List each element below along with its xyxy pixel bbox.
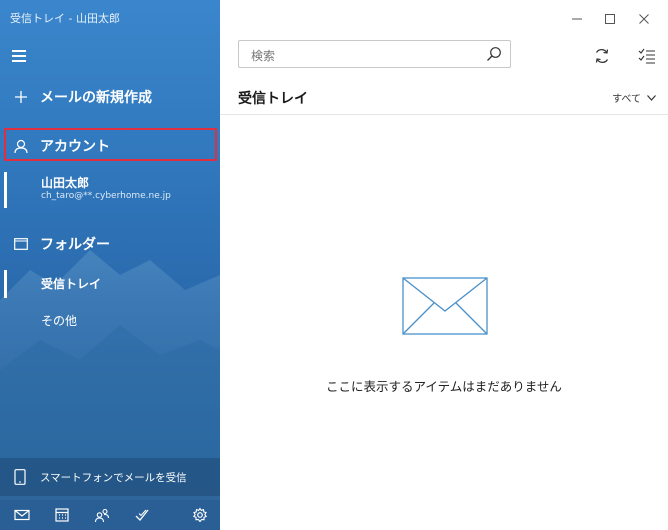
search-input[interactable]: 検索 <box>238 40 511 68</box>
get-mail-on-phone-label: スマートフォンでメールを受信 <box>40 471 187 484</box>
search-icon[interactable] <box>486 46 502 62</box>
account-item[interactable]: 山田太郎 ch_taro@**.cyberhome.ne.jp <box>0 168 220 212</box>
close-icon <box>639 14 649 24</box>
people-icon[interactable] <box>94 507 110 523</box>
account-email: ch_taro@**.cyberhome.ne.jp <box>41 191 171 201</box>
folders-button[interactable]: フォルダー <box>0 232 220 256</box>
empty-state-message: ここに表示するアイテムはまだありません <box>326 379 562 394</box>
plus-icon <box>12 88 30 106</box>
folder-item-other[interactable]: その他 <box>41 312 77 329</box>
new-mail-label: メールの新規作成 <box>40 90 152 106</box>
search-placeholder: 検索 <box>251 49 276 63</box>
message-list-pane: 検索 受信トレイ すべて ここに表示するアイテムはまだありません <box>220 0 668 530</box>
person-icon <box>12 137 30 155</box>
settings-icon[interactable] <box>192 507 208 523</box>
maximize-icon <box>605 14 615 24</box>
envelope-icon <box>402 277 488 335</box>
sync-icon[interactable] <box>593 47 611 65</box>
phone-icon <box>14 469 26 485</box>
close-button[interactable] <box>632 10 656 28</box>
folder-title: 受信トレイ <box>238 91 308 107</box>
get-mail-on-phone-button[interactable]: スマートフォンでメールを受信 <box>0 458 220 496</box>
folder-icon <box>12 235 30 253</box>
new-mail-button[interactable]: メールの新規作成 <box>0 85 220 109</box>
app-switcher-bar <box>0 500 220 530</box>
accounts-label: アカウント <box>40 139 110 155</box>
selection-indicator <box>4 172 7 208</box>
minimize-icon <box>572 18 582 20</box>
folder-item-label: 受信トレイ <box>41 277 102 291</box>
accounts-button[interactable]: アカウント <box>0 131 220 161</box>
minimize-button[interactable] <box>565 10 589 28</box>
folder-item-inbox[interactable]: 受信トレイ <box>0 270 220 298</box>
window-title: 受信トレイ - 山田太郎 <box>10 12 120 25</box>
navigation-pane: 受信トレイ - 山田太郎 メールの新規作成 アカウント 山田太郎 ch_taro… <box>0 0 220 530</box>
filter-dropdown[interactable]: すべて <box>612 90 656 105</box>
folders-label: フォルダー <box>40 237 110 253</box>
mail-icon[interactable] <box>14 507 30 523</box>
filter-label: すべて <box>612 94 641 105</box>
selection-indicator <box>4 270 7 298</box>
maximize-button[interactable] <box>598 10 622 28</box>
background-mountain-image <box>0 250 220 490</box>
selection-mode-icon[interactable] <box>638 47 656 65</box>
chevron-down-icon <box>647 94 656 101</box>
calendar-icon[interactable] <box>54 507 70 523</box>
hamburger-menu-button[interactable] <box>12 50 26 62</box>
header-divider <box>220 114 668 115</box>
todo-icon[interactable] <box>134 507 150 523</box>
account-name: 山田太郎 <box>41 176 90 190</box>
